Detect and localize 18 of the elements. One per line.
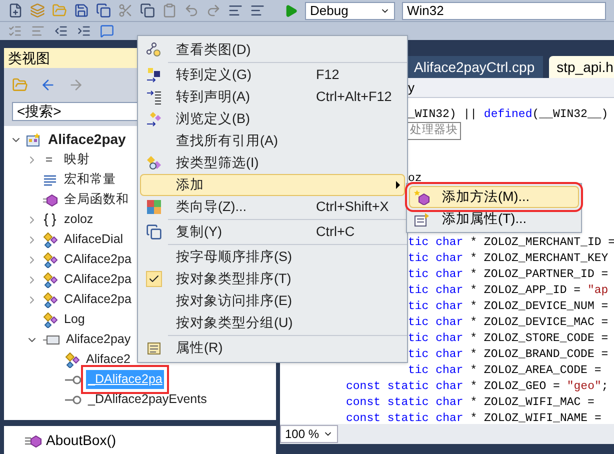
shortcut-label: F12 bbox=[316, 66, 340, 84]
code-line: const static char * ZOLOZ_GEO = "geo"; bbox=[346, 379, 608, 395]
code-line: const static char * ZOLOZ_WIFI_NAME = bbox=[346, 411, 602, 424]
shortcut-label: Ctrl+C bbox=[316, 222, 355, 241]
code-line: const static char * ZOLOZ_WIFI_MAC = bbox=[346, 395, 594, 411]
code-line: oz bbox=[408, 171, 422, 187]
shortcut-label: Ctrl+Alt+F12 bbox=[316, 88, 392, 106]
code-line: tic char * ZOLOZ_AREA_CODE = bbox=[408, 363, 602, 379]
code-line: tic char * ZOLOZ_APP_ID = "ap bbox=[408, 283, 608, 299]
shortcut-label: Ctrl+Shift+X bbox=[316, 198, 389, 216]
code-line: tic char * ZOLOZ_DEVICE_MAC = bbox=[408, 315, 608, 331]
code-line: tic char * ZOLOZ_BRAND_CODE = bbox=[408, 347, 608, 363]
code-line: tic char * ZOLOZ_PARTNER_ID = bbox=[408, 267, 608, 283]
code-line: tic char * ZOLOZ_STORE_CODE = bbox=[408, 331, 608, 347]
code-line: tic char * ZOLOZ_MERCHANT_ID = bbox=[408, 235, 614, 251]
code-line: tic char * ZOLOZ_MERCHANT_KEY bbox=[408, 251, 608, 267]
code-line: tic char * ZOLOZ_DEVICE_NUM = bbox=[408, 299, 608, 315]
code-line: _WIN32) || defined(__WIN32__) bbox=[408, 107, 608, 123]
